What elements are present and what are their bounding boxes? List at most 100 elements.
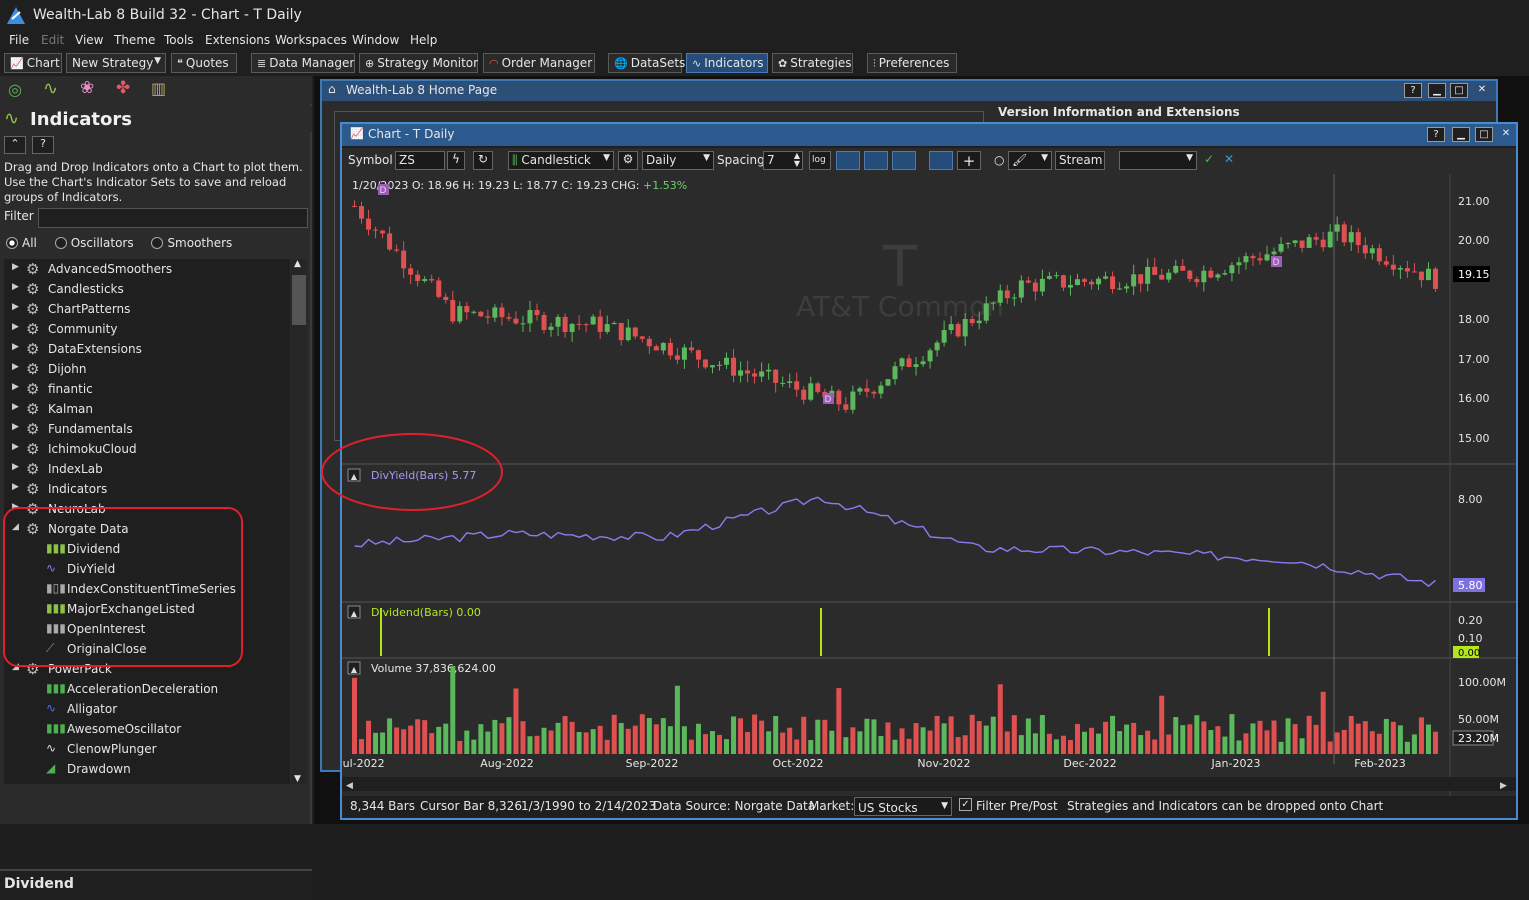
minimize-button[interactable]: ▁ [1428,83,1446,98]
home-window-titlebar[interactable]: ⌂ Wealth-Lab 8 Home Page ? ▁ □ ✕ [322,81,1496,101]
expand-arrow-icon[interactable]: ▶ [12,342,19,352]
tree-category[interactable]: ▶ ⚙ AdvancedSmoothers [4,259,290,279]
tree-category[interactable]: ▶ ⚙ Fundamentals [4,419,290,439]
tree-indicator[interactable]: ▮▮▮ AccelerationDeceleration [4,679,290,699]
menu-window[interactable]: Window [352,33,399,47]
refresh-icon[interactable]: ↻ [473,151,493,170]
tree-category[interactable]: ▶ ⚙ Indicators [4,479,290,499]
toggle-2-icon[interactable] [864,151,888,170]
strategies-button[interactable]: ✿ Strategies [772,53,853,73]
menu-tools[interactable]: Tools [164,33,194,47]
filter-checkbox[interactable]: ✓ [959,798,972,811]
market-dropdown[interactable]: US Stocks ▼ [854,797,952,816]
radio-all[interactable]: All [6,236,37,250]
brain-icon[interactable]: ❀ [80,78,94,98]
menu-view[interactable]: View [75,33,103,47]
symbol-input[interactable]: ZS [395,151,445,170]
tree-category[interactable]: ▶ ⚙ Dijohn [4,359,290,379]
expand-arrow-icon[interactable]: ▶ [12,262,19,272]
indicator-set-dropdown[interactable]: ▼ [1119,151,1197,170]
close-button[interactable]: ✕ [1497,127,1515,142]
quotes-button[interactable]: ❝ Quotes [171,53,237,73]
volume-bar [1271,720,1277,754]
chart-button[interactable]: 📈 Chart [4,53,62,73]
tree-category[interactable]: ▶ ⚙ IchimokuCloud [4,439,290,459]
maximize-button[interactable]: □ [1450,83,1468,98]
indicators-button[interactable]: ∿ Indicators [686,53,768,73]
expand-arrow-icon[interactable]: ▶ [12,362,19,372]
menu-edit[interactable]: Edit [41,33,64,47]
menu-workspaces[interactable]: Workspaces [275,33,347,47]
expand-arrow-icon[interactable]: ▶ [12,422,19,432]
tree-category[interactable]: ▶ ⚙ Community [4,319,290,339]
minimize-button[interactable]: ▁ [1452,127,1470,142]
color-picker-dropdown[interactable]: 🖌 ▼ [1008,151,1052,170]
preferences-button[interactable]: ⫶ Preferences [867,53,957,73]
collapse-all-button[interactable]: ⌃ [4,136,26,154]
order-manager-button[interactable]: ◠ Order Manager [483,53,595,73]
x-icon[interactable]: ✕ [1224,152,1234,166]
expand-arrow-icon[interactable]: ▶ [12,322,19,332]
help-button[interactable]: ? [1404,83,1422,98]
volume-bar [527,736,533,754]
calendar-icon[interactable] [892,151,916,170]
datasets-button[interactable]: 🌐 DataSets [608,53,685,73]
log-scale-toggle[interactable]: log [809,151,831,170]
tree-category[interactable]: ▶ ⚙ DataExtensions [4,339,290,359]
stepper-arrows-icon[interactable]: ▲ ▼ [794,152,800,168]
menu-theme[interactable]: Theme [114,33,155,47]
globe-icon[interactable]: ◎ [8,80,22,99]
filter-input[interactable] [38,208,308,228]
scrollbar-thumb[interactable] [292,275,306,325]
new-strategy-dropdown[interactable]: New Strategy ▼ [66,53,166,73]
data-manager-button[interactable]: ≣ Data Manager [251,53,355,73]
expand-arrow-icon[interactable]: ▶ [12,282,19,292]
expand-arrow-icon[interactable]: ▶ [12,302,19,312]
tree-category[interactable]: ▶ ⚙ finantic [4,379,290,399]
help-button[interactable]: ? [1427,127,1445,142]
tree-category[interactable]: ▶ ⚙ ChartPatterns [4,299,290,319]
help-button[interactable]: ? [32,136,54,154]
blocks-icon[interactable]: ✤ [116,78,130,98]
expand-arrow-icon[interactable]: ▶ [12,402,19,412]
spacing-stepper[interactable]: 7 ▲ ▼ [763,151,803,170]
tree-indicator[interactable]: ∿ Alligator [4,699,290,719]
close-button[interactable]: ✕ [1473,83,1491,98]
tree-category[interactable]: ▶ ⚙ IndexLab [4,459,290,479]
books-icon[interactable]: ▥ [151,79,166,98]
chart-canvas[interactable]: TAT&T Common1/20/2023 O: 18.96 H: 19.23 … [338,174,1516,798]
menu-file[interactable]: File [9,33,29,47]
tree-category[interactable]: ▶ ⚙ Kalman [4,399,290,419]
lightning-icon[interactable]: ϟ [447,151,465,170]
circle-icon[interactable]: ○ [994,153,1004,167]
expand-arrow-icon[interactable]: ▶ [12,462,19,472]
horizontal-scrollbar[interactable] [342,777,1516,791]
check-icon[interactable]: ✓ [1204,152,1214,166]
strategy-monitor-button[interactable]: ⊕ Strategy Monitor [359,53,478,73]
tree-indicator[interactable]: ▮▮▮ AwesomeOscillator [4,719,290,739]
crosshair-icon[interactable]: + [957,151,981,170]
menu-help[interactable]: Help [410,33,437,47]
expand-arrow-icon[interactable]: ▶ [12,442,19,452]
tree-category[interactable]: ▶ ⚙ Candlesticks [4,279,290,299]
tree-scrollbar[interactable]: ▲ ▼ [291,259,307,784]
expand-arrow-icon[interactable]: ▶ [12,382,19,392]
radio-oscillators[interactable]: Oscillators [54,236,134,250]
scroll-down-icon[interactable]: ▼ [294,774,301,784]
radio-smoothers[interactable]: Smoothers [151,236,232,250]
menu-extensions[interactable]: Extensions [205,33,270,47]
scroll-up-icon[interactable]: ▲ [294,259,301,269]
scale-dropdown[interactable]: Daily ▼ [642,151,714,170]
toggle-1-icon[interactable] [836,151,860,170]
tree-indicator[interactable]: ◢ Drawdown [4,759,290,779]
cursor-line-icon[interactable] [929,151,953,170]
chart-plot-area[interactable]: TAT&T Common1/20/2023 O: 18.96 H: 19.23 … [338,174,1516,798]
chart-window-titlebar[interactable]: 📈 Chart - T Daily ? ▁ □ ✕ [342,124,1516,146]
tree-indicator[interactable]: ∿ ClenowPlunger [4,739,290,759]
wave-icon[interactable]: ∿ [43,78,58,99]
chart-style-dropdown[interactable]: ⫼ Candlestick ▼ [508,151,614,170]
gear-icon[interactable]: ⚙ [618,151,638,170]
stream-button[interactable]: Stream [1055,151,1105,170]
maximize-button[interactable]: □ [1475,127,1493,142]
expand-arrow-icon[interactable]: ▶ [12,482,19,492]
